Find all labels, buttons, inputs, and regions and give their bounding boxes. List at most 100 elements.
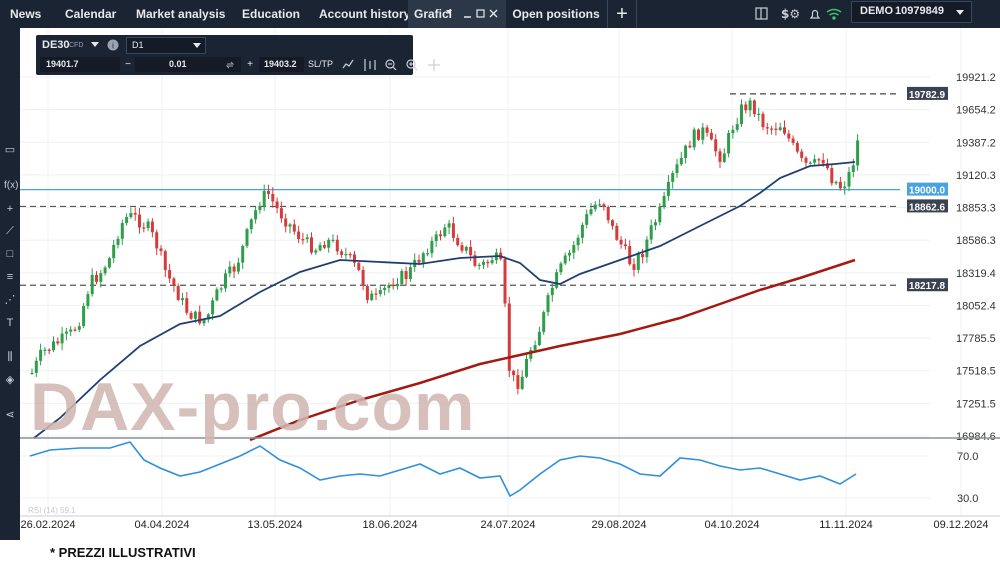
chevron-down-icon[interactable]: [91, 42, 99, 48]
candle: [774, 122, 778, 136]
candle: [357, 261, 361, 272]
candle: [503, 256, 507, 308]
move-icon[interactable]: [428, 59, 440, 71]
nav-education[interactable]: Education: [242, 0, 300, 28]
date-tick-label: 04.10.2024: [704, 519, 759, 531]
ask-price-button[interactable]: 19403.2: [259, 57, 304, 72]
candle: [795, 140, 799, 154]
add-tab-button[interactable]: +: [607, 0, 637, 28]
maximize-icon[interactable]: [476, 9, 485, 18]
text-tool-icon[interactable]: T: [4, 317, 16, 329]
price-chart[interactable]: RSI (14) 59.1 19921.2 19654.2 19387.2 19120…: [20, 28, 1000, 540]
candle: [396, 278, 399, 290]
candle: [666, 174, 670, 201]
info-icon[interactable]: i: [107, 39, 119, 51]
timeframe-select[interactable]: D1: [126, 37, 206, 54]
nav-account-history[interactable]: Account history: [319, 0, 410, 28]
share-icon[interactable]: ⋖: [4, 409, 16, 421]
candle: [555, 269, 559, 290]
candle: [73, 326, 77, 332]
date-tick-label: 11.11.2024: [819, 519, 872, 531]
footer-disclaimer: * PREZZI ILLUSTRATIVI: [50, 545, 196, 560]
candle: [279, 201, 283, 223]
candle: [856, 134, 860, 171]
fan-icon[interactable]: ⋰: [4, 294, 16, 306]
candle: [327, 237, 331, 253]
date-tick-label: 13.05.2024: [247, 519, 302, 531]
volume-increase-button[interactable]: +: [244, 57, 256, 72]
bid-price: 19401.7: [46, 59, 79, 69]
zoom-out-icon[interactable]: [385, 59, 397, 71]
candle: [310, 232, 313, 255]
dollar-settings-icon[interactable]: $⚙: [781, 7, 800, 21]
volume-decrease-button[interactable]: −: [122, 57, 134, 72]
candle: [718, 148, 722, 169]
chevron-down-icon[interactable]: [446, 10, 452, 14]
date-tick-label: 18.06.2024: [362, 519, 417, 531]
nav-calendar[interactable]: Calendar: [65, 0, 116, 28]
nav-market-analysis[interactable]: Market analysis: [136, 0, 225, 28]
monitor-icon[interactable]: ▭: [4, 144, 16, 156]
ask-price: 19403.2: [264, 59, 297, 69]
candle: [383, 285, 387, 296]
level-label: 19782.9: [909, 90, 946, 101]
sltp-button[interactable]: SL/TP: [308, 57, 333, 72]
candle: [314, 248, 318, 255]
candle: [572, 241, 576, 260]
layers-icon[interactable]: ◈: [4, 374, 16, 386]
candle: [236, 257, 240, 275]
date-tick-label: 26.02.2024: [20, 519, 75, 531]
candle: [365, 284, 369, 304]
function-icon[interactable]: f(x): [4, 180, 18, 192]
candle: [722, 148, 726, 163]
bid-price-button[interactable]: 19401.7: [40, 57, 120, 72]
candle: [830, 163, 834, 186]
tab-open-positions[interactable]: Open positions: [506, 0, 606, 28]
candle: [413, 253, 417, 272]
fibonacci-icon[interactable]: ≡: [4, 271, 16, 283]
tab-grafici[interactable]: Grafici: [408, 0, 506, 28]
candle: [133, 207, 137, 221]
swap-icon[interactable]: [225, 60, 235, 70]
candle: [348, 252, 352, 259]
crosshair-icon[interactable]: +: [4, 203, 16, 215]
rectangle-icon[interactable]: □: [4, 248, 16, 260]
candle: [331, 234, 335, 243]
rsi-label: RSI (14) 59.1: [28, 506, 76, 515]
indicators-icon[interactable]: ⫼: [4, 351, 16, 363]
candle: [120, 219, 124, 245]
close-icon[interactable]: [489, 9, 498, 18]
layout-icon[interactable]: [755, 7, 768, 20]
account-selector[interactable]: DEMO 10979849: [851, 1, 972, 23]
line-chart-icon[interactable]: [342, 59, 354, 69]
candle: [77, 322, 81, 333]
candle: [391, 278, 395, 290]
nav-news[interactable]: News: [10, 0, 41, 28]
candle: [507, 296, 511, 378]
candle: [499, 247, 503, 261]
candle: [744, 101, 748, 114]
trendline-icon[interactable]: ⟋: [4, 225, 16, 237]
volume-input[interactable]: 0.01: [135, 57, 241, 72]
candle: [228, 261, 232, 278]
candle: [434, 231, 438, 247]
zoom-in-icon[interactable]: [406, 59, 418, 71]
candle: [107, 256, 111, 269]
candle: [546, 292, 550, 317]
candle-type-icon[interactable]: [364, 59, 376, 71]
candle: [219, 286, 223, 293]
candle: [267, 184, 270, 199]
candle: [125, 213, 129, 226]
candle: [60, 326, 64, 351]
candle: [615, 222, 619, 241]
candle: [292, 219, 296, 235]
candle: [443, 224, 447, 238]
price-tick-label: 19387.2: [956, 137, 996, 149]
bell-icon[interactable]: [809, 9, 821, 19]
candle: [727, 130, 731, 158]
candle: [451, 216, 455, 242]
symbol-name[interactable]: DE30: [42, 37, 70, 53]
candle: [335, 235, 339, 255]
candle: [353, 251, 356, 267]
level-label: 18217.8: [909, 281, 946, 292]
